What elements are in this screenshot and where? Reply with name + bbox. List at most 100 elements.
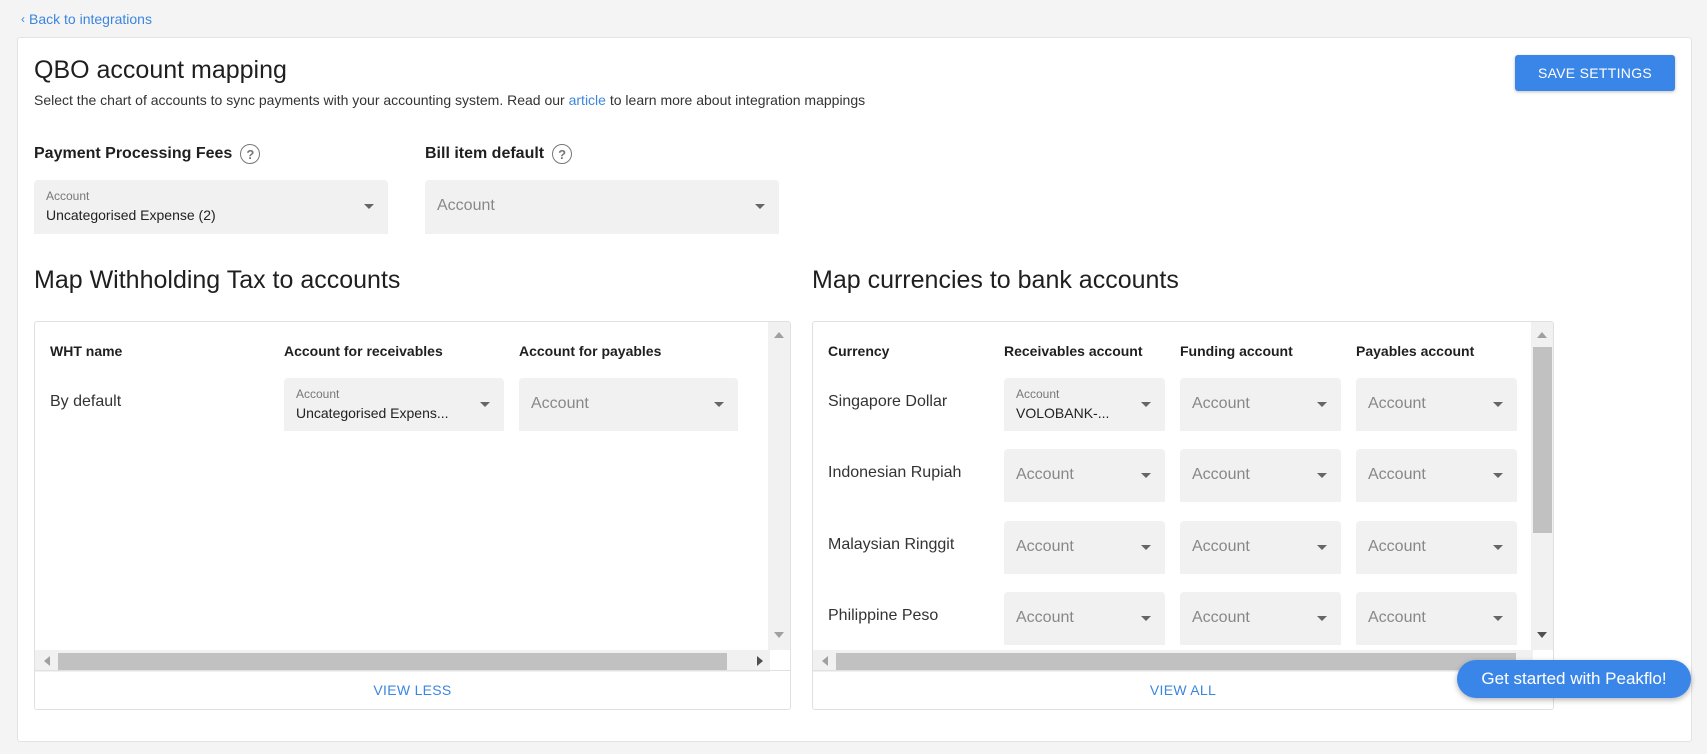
vertical-scrollbar[interactable] (768, 322, 790, 650)
scroll-up-arrow-icon[interactable] (1537, 332, 1547, 338)
subtitle-text-after: to learn more about integration mappings (605, 92, 866, 108)
dropdown-arrow-icon (1317, 473, 1327, 478)
currency-row-name: Indonesian Rupiah (828, 464, 962, 481)
select-placeholder: Account (531, 395, 589, 412)
funding-account-select[interactable]: Account (1180, 521, 1341, 574)
select-placeholder: Account (1368, 466, 1426, 483)
get-started-button[interactable]: Get started with Peakflo! (1457, 660, 1691, 698)
bill-item-default-label: Bill item default ? (425, 144, 573, 164)
page-title: QBO account mapping (34, 56, 287, 84)
bill-item-default-select[interactable]: Account (425, 180, 779, 234)
funding-account-select[interactable]: Account (1180, 449, 1341, 502)
select-value: Uncategorised Expense (2) (46, 207, 216, 223)
receivables-account-select[interactable]: Account (1004, 449, 1165, 502)
currency-table: Currency Receivables account Funding acc… (813, 322, 1531, 650)
receivables-account-select[interactable]: Account (1004, 592, 1165, 645)
currency-table-panel: Currency Receivables account Funding acc… (812, 321, 1554, 710)
dropdown-arrow-icon (1317, 616, 1327, 621)
receivables-account-select[interactable]: Account (1004, 521, 1165, 574)
currency-row-name: Singapore Dollar (828, 393, 948, 410)
scroll-up-arrow-icon[interactable] (774, 332, 784, 338)
receivables-account-select[interactable]: Account VOLOBANK-... (1004, 378, 1165, 431)
bill-item-default-title: Bill item default (425, 145, 545, 162)
payables-account-select[interactable]: Account (1356, 592, 1517, 645)
settings-card: QBO account mapping Select the chart of … (17, 37, 1692, 742)
page-subtitle: Select the chart of accounts to sync pay… (34, 92, 865, 108)
select-placeholder: Account (1016, 609, 1074, 626)
currency-row-name: Malaysian Ringgit (828, 536, 955, 553)
column-header-receivables: Account for receivables (284, 343, 443, 359)
select-placeholder: Account (1016, 538, 1074, 555)
dropdown-arrow-icon (1493, 545, 1503, 550)
scroll-down-arrow-icon[interactable] (1537, 632, 1547, 638)
dropdown-arrow-icon (1141, 473, 1151, 478)
horizontal-scrollbar[interactable] (813, 650, 1533, 672)
select-placeholder: Account (1192, 538, 1250, 555)
currency-section-title: Map currencies to bank accounts (812, 266, 1179, 294)
dropdown-arrow-icon (1141, 402, 1151, 407)
back-link-label: Back to integrations (29, 11, 152, 27)
wht-row-name: By default (50, 393, 122, 410)
select-placeholder: Account (1192, 466, 1250, 483)
payables-account-select[interactable]: Account (1356, 521, 1517, 574)
view-all-button[interactable]: VIEW ALL (1150, 682, 1216, 698)
currency-row-name: Philippine Peso (828, 607, 939, 624)
dropdown-arrow-icon (1317, 402, 1327, 407)
column-header-payables-account: Payables account (1356, 343, 1475, 359)
wht-payables-select[interactable]: Account (519, 378, 738, 431)
column-header-receivables-account: Receivables account (1004, 343, 1143, 359)
subtitle-text-before: Select the chart of accounts to sync pay… (34, 92, 569, 108)
scroll-right-arrow-icon[interactable] (757, 656, 763, 666)
select-floating-label: Account (296, 387, 340, 401)
chevron-left-icon: ‹ (21, 12, 25, 26)
funding-account-select[interactable]: Account (1180, 378, 1341, 431)
payment-processing-fees-select[interactable]: Account Uncategorised Expense (2) (34, 180, 388, 234)
payment-processing-fees-label: Payment Processing Fees ? (34, 144, 261, 164)
view-less-button[interactable]: VIEW LESS (373, 682, 451, 698)
select-placeholder: Account (1192, 395, 1250, 412)
save-settings-button[interactable]: SAVE SETTINGS (1515, 55, 1675, 91)
select-placeholder: Account (1192, 609, 1250, 626)
scrollbar-thumb[interactable] (836, 653, 1516, 670)
dropdown-arrow-icon (1493, 473, 1503, 478)
wht-table-panel: WHT name Account for receivables Account… (34, 321, 791, 710)
wht-receivables-select[interactable]: Account Uncategorised Expens... (284, 378, 504, 431)
column-header-payables: Account for payables (519, 343, 662, 359)
select-floating-label: Account (46, 189, 90, 203)
scroll-left-arrow-icon[interactable] (44, 656, 50, 666)
payables-account-select[interactable]: Account (1356, 378, 1517, 431)
back-to-integrations-link[interactable]: ‹ Back to integrations (21, 11, 152, 27)
dropdown-arrow-icon (1141, 616, 1151, 621)
vertical-scrollbar[interactable] (1531, 322, 1553, 650)
scroll-down-arrow-icon[interactable] (774, 632, 784, 638)
funding-account-select[interactable]: Account (1180, 592, 1341, 645)
select-value: Uncategorised Expens... (296, 405, 449, 421)
article-link[interactable]: article (569, 92, 606, 108)
wht-table: WHT name Account for receivables Account… (35, 322, 768, 650)
select-value: VOLOBANK-... (1016, 405, 1110, 421)
column-header-wht-name: WHT name (50, 343, 123, 359)
scroll-left-arrow-icon[interactable] (822, 656, 828, 666)
select-placeholder: Account (1016, 466, 1074, 483)
payment-processing-fees-title: Payment Processing Fees (34, 145, 233, 162)
payables-account-select[interactable]: Account (1356, 449, 1517, 502)
help-icon[interactable]: ? (552, 144, 573, 164)
horizontal-scrollbar[interactable] (35, 650, 770, 672)
dropdown-arrow-icon (480, 402, 490, 407)
dropdown-arrow-icon (755, 204, 765, 209)
scrollbar-thumb[interactable] (58, 653, 727, 670)
column-header-currency: Currency (828, 343, 890, 359)
column-header-funding-account: Funding account (1180, 343, 1293, 359)
help-icon[interactable]: ? (240, 144, 261, 164)
dropdown-arrow-icon (714, 402, 724, 407)
dropdown-arrow-icon (1141, 545, 1151, 550)
currency-panel-footer: VIEW ALL (813, 670, 1553, 709)
dropdown-arrow-icon (364, 204, 374, 209)
select-placeholder: Account (1368, 538, 1426, 555)
select-placeholder: Account (1368, 395, 1426, 412)
dropdown-arrow-icon (1493, 402, 1503, 407)
dropdown-arrow-icon (1493, 616, 1503, 621)
wht-panel-footer: VIEW LESS (35, 670, 790, 709)
scrollbar-thumb[interactable] (1533, 347, 1552, 533)
wht-section-title: Map Withholding Tax to accounts (34, 266, 401, 294)
